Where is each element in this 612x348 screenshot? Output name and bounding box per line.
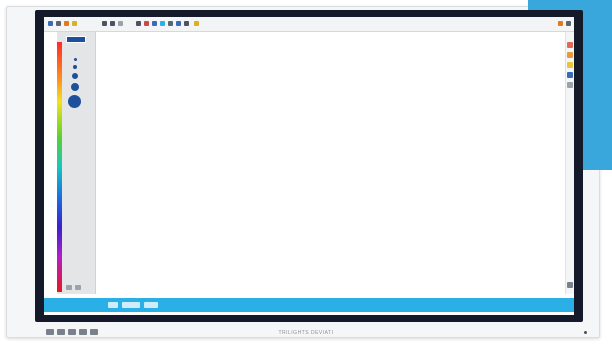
color-palette-panel: [57, 32, 96, 294]
brand-label: TRILIGHTS DEVIATI: [278, 330, 334, 336]
color-swatch-blue[interactable]: [567, 72, 573, 78]
folder-icon[interactable]: [72, 21, 77, 26]
image-icon[interactable]: [160, 21, 165, 26]
brush-size-s[interactable]: [73, 65, 77, 69]
lock-icon[interactable]: [184, 21, 189, 26]
palette-footer-icon[interactable]: [75, 285, 81, 290]
zoom-control[interactable]: [144, 302, 158, 308]
redo-icon[interactable]: [110, 21, 115, 26]
text-icon[interactable]: [136, 21, 141, 26]
close-icon[interactable]: [566, 21, 571, 26]
brush-size-l[interactable]: [71, 83, 79, 91]
power-indicator: [584, 331, 587, 334]
palette-footer-icon[interactable]: [66, 285, 72, 290]
page-thumbnails[interactable]: [108, 302, 118, 308]
brush-size-xl[interactable]: [68, 95, 81, 108]
whiteboard-screen: [44, 17, 574, 315]
brush-size-m[interactable]: [72, 73, 78, 79]
page-icon[interactable]: [194, 21, 199, 26]
eraser-icon[interactable]: [144, 21, 149, 26]
pointer-icon[interactable]: [48, 21, 53, 26]
select-icon[interactable]: [56, 21, 61, 26]
undo-icon[interactable]: [102, 21, 107, 26]
pen-icon[interactable]: [64, 21, 69, 26]
shape-icon[interactable]: [118, 21, 123, 26]
status-bar: [44, 298, 574, 312]
active-color-swatch[interactable]: [66, 36, 86, 43]
color-swatch-yellow[interactable]: [567, 62, 573, 68]
color-swatch-gray[interactable]: [567, 82, 573, 88]
brush-size-xs[interactable]: [74, 58, 77, 61]
hue-slider[interactable]: [57, 42, 62, 292]
grid-icon[interactable]: [152, 21, 157, 26]
right-tool-rail: [565, 32, 574, 294]
drawing-canvas[interactable]: [96, 32, 566, 294]
share-icon[interactable]: [176, 21, 181, 26]
color-swatch-red[interactable]: [567, 42, 573, 48]
resize-handle-icon[interactable]: [567, 282, 573, 288]
settings-icon[interactable]: [558, 21, 563, 26]
top-toolbar: [44, 17, 574, 32]
page-thumbnails[interactable]: [122, 302, 140, 308]
color-swatch-orange[interactable]: [567, 52, 573, 58]
export-icon[interactable]: [168, 21, 173, 26]
